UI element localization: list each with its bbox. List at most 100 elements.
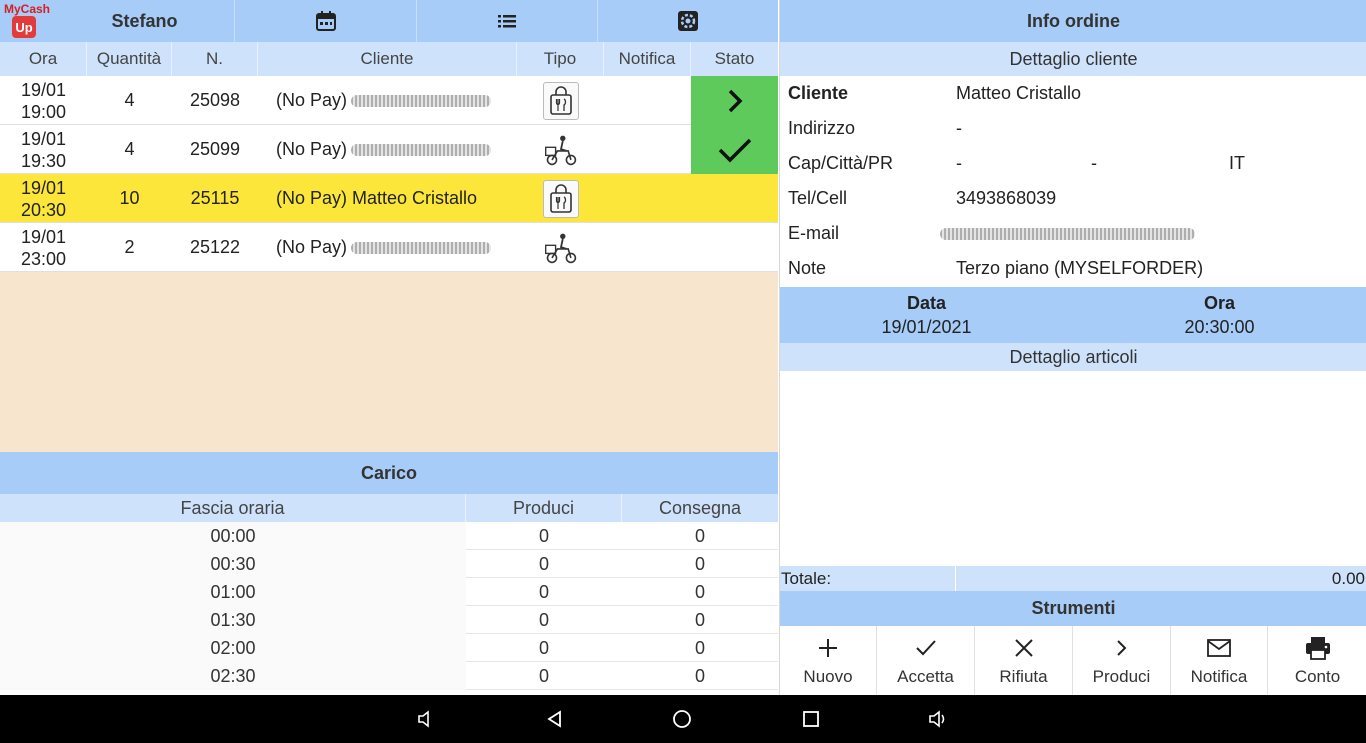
recents-icon xyxy=(803,711,819,727)
carico-time: 01:30 xyxy=(0,606,466,634)
produce-label: Produci xyxy=(1092,666,1151,686)
order-hour: 20:30 xyxy=(20,199,67,220)
new-button[interactable]: Nuovo xyxy=(780,626,877,695)
bill-button[interactable]: Conto xyxy=(1268,626,1366,695)
articles-list[interactable] xyxy=(780,371,1366,566)
carico-list[interactable]: 00:00 0 0 00:30 0 0 01:00 0 0 01:30 0 0 … xyxy=(0,522,778,695)
tools-title: Strumenti xyxy=(780,591,1366,626)
system-nav-bar xyxy=(0,695,1366,743)
volume-up-button[interactable] xyxy=(922,703,954,735)
order-info-panel: Info ordine Dettaglio cliente Cliente Ma… xyxy=(779,0,1366,695)
cap-value: - xyxy=(956,153,962,173)
order-row[interactable]: 19/01 19:30 4 25099 (No Pay) xyxy=(0,125,778,174)
accept-button[interactable]: Accetta xyxy=(877,626,975,695)
mail-icon xyxy=(1206,635,1232,661)
status-advance-button[interactable] xyxy=(691,76,778,125)
printer-icon xyxy=(1305,635,1331,661)
header-cliente[interactable]: Cliente xyxy=(258,42,517,76)
order-row[interactable]: 19/01 23:00 2 25122 (No Pay) xyxy=(0,223,778,272)
order-date: 19/01 xyxy=(20,128,67,149)
blurred-name xyxy=(351,241,492,254)
email-row: E-mail xyxy=(780,216,1366,251)
order-client: (No Pay) xyxy=(258,223,517,272)
carico-produci: 0 xyxy=(538,665,549,686)
header-quantita[interactable]: Quantità xyxy=(87,42,172,76)
articles-title: Dettaglio articoli xyxy=(780,343,1366,371)
settings-icon xyxy=(678,11,698,31)
date-label: Data xyxy=(906,293,946,313)
takeaway-bag-icon xyxy=(542,179,579,218)
total-label: Totale: xyxy=(780,566,956,591)
order-qty: 4 xyxy=(124,90,135,110)
order-row-selected[interactable]: 19/01 20:30 10 25115 (No Pay) Matteo Cri… xyxy=(0,174,778,223)
header-numero[interactable]: N. xyxy=(172,42,258,76)
orders-panel: MyCash Up Stefano Ora Quantità N. Client… xyxy=(0,0,778,695)
order-time: 19/01 23:00 xyxy=(0,223,87,272)
order-time: 19/01 19:30 xyxy=(0,125,87,174)
orders-list: 19/01 19:00 4 25098 (No Pay) 19/01 19:30 xyxy=(0,76,778,272)
customer-details: Cliente Matteo Cristallo Indirizzo - Cap… xyxy=(780,76,1366,286)
address-value: - xyxy=(956,118,962,138)
carico-title: Carico xyxy=(0,452,778,494)
recents-button[interactable] xyxy=(795,703,827,735)
logo-text: MyCash xyxy=(4,2,51,16)
user-name[interactable]: Stefano xyxy=(55,0,235,42)
status-accepted-button[interactable] xyxy=(691,125,778,174)
calendar-icon xyxy=(316,11,336,31)
city-value: - xyxy=(1091,153,1097,173)
time-value: 20:30:00 xyxy=(1184,317,1255,337)
note-label: Note xyxy=(788,258,827,278)
reject-button[interactable]: Rifiuta xyxy=(975,626,1073,695)
total-row: Totale: 0.00 xyxy=(780,566,1366,591)
plus-icon xyxy=(817,635,839,661)
new-label: Nuovo xyxy=(803,666,853,686)
order-date-col: Data 19/01/2021 xyxy=(780,291,1073,339)
phone-value: 3493868039 xyxy=(956,188,1057,208)
order-number: 25122 xyxy=(189,237,241,257)
order-client: (No Pay) Matteo Cristallo xyxy=(258,174,517,223)
customer-row: Cliente Matteo Cristallo xyxy=(780,76,1366,111)
header-consegna: Consegna xyxy=(658,497,742,518)
header-tipo[interactable]: Tipo xyxy=(517,42,604,76)
order-qty: 2 xyxy=(124,237,135,257)
logo-badge: Up xyxy=(12,16,36,38)
header-notifica[interactable]: Notifica xyxy=(604,42,691,76)
order-time-col: Ora 20:30:00 xyxy=(1073,291,1366,339)
calendar-button[interactable] xyxy=(236,0,417,42)
order-client-name: (No Pay) xyxy=(276,90,348,110)
order-client: (No Pay) xyxy=(258,76,517,125)
check-icon xyxy=(914,635,938,661)
home-button[interactable] xyxy=(666,703,698,735)
produce-button[interactable]: Produci xyxy=(1073,626,1171,695)
carico-time: 02:00 xyxy=(0,634,466,662)
carico-produci: 0 xyxy=(538,609,549,630)
back-button[interactable] xyxy=(539,703,571,735)
phone-label: Tel/Cell xyxy=(788,188,848,208)
volume-down-icon xyxy=(418,710,429,728)
carico-row: 01:30 0 0 xyxy=(0,606,778,634)
order-row[interactable]: 19/01 19:00 4 25098 (No Pay) xyxy=(0,76,778,125)
carico-time: 00:00 xyxy=(0,522,466,550)
address-row: Indirizzo - xyxy=(780,111,1366,146)
order-number: 25115 xyxy=(190,188,240,208)
volume-down-button[interactable] xyxy=(409,703,441,735)
carico-time: 01:00 xyxy=(0,578,466,606)
total-value: 0.00 xyxy=(1331,568,1365,588)
header-fascia-oraria: Fascia oraria xyxy=(0,494,466,522)
carico-produci: 0 xyxy=(538,581,549,602)
order-client-name: (No Pay) xyxy=(276,139,348,159)
header-ora[interactable]: Ora xyxy=(0,42,87,76)
reject-label: Rifiuta xyxy=(999,666,1048,686)
notify-button[interactable]: Notifica xyxy=(1171,626,1268,695)
order-time: 19/01 20:30 xyxy=(0,174,87,223)
carico-consegna: 0 xyxy=(694,525,705,546)
carico-produci: 0 xyxy=(538,553,549,574)
accept-label: Accetta xyxy=(897,666,954,686)
delivery-scooter-icon xyxy=(543,131,579,169)
order-client-name: (No Pay) Matteo Cristallo xyxy=(276,188,478,208)
list-button[interactable] xyxy=(417,0,598,42)
header-stato[interactable]: Stato xyxy=(691,42,778,76)
carico-produci: 0 xyxy=(538,637,549,658)
customer-value: Matteo Cristallo xyxy=(956,83,1082,103)
settings-button[interactable] xyxy=(598,0,778,42)
